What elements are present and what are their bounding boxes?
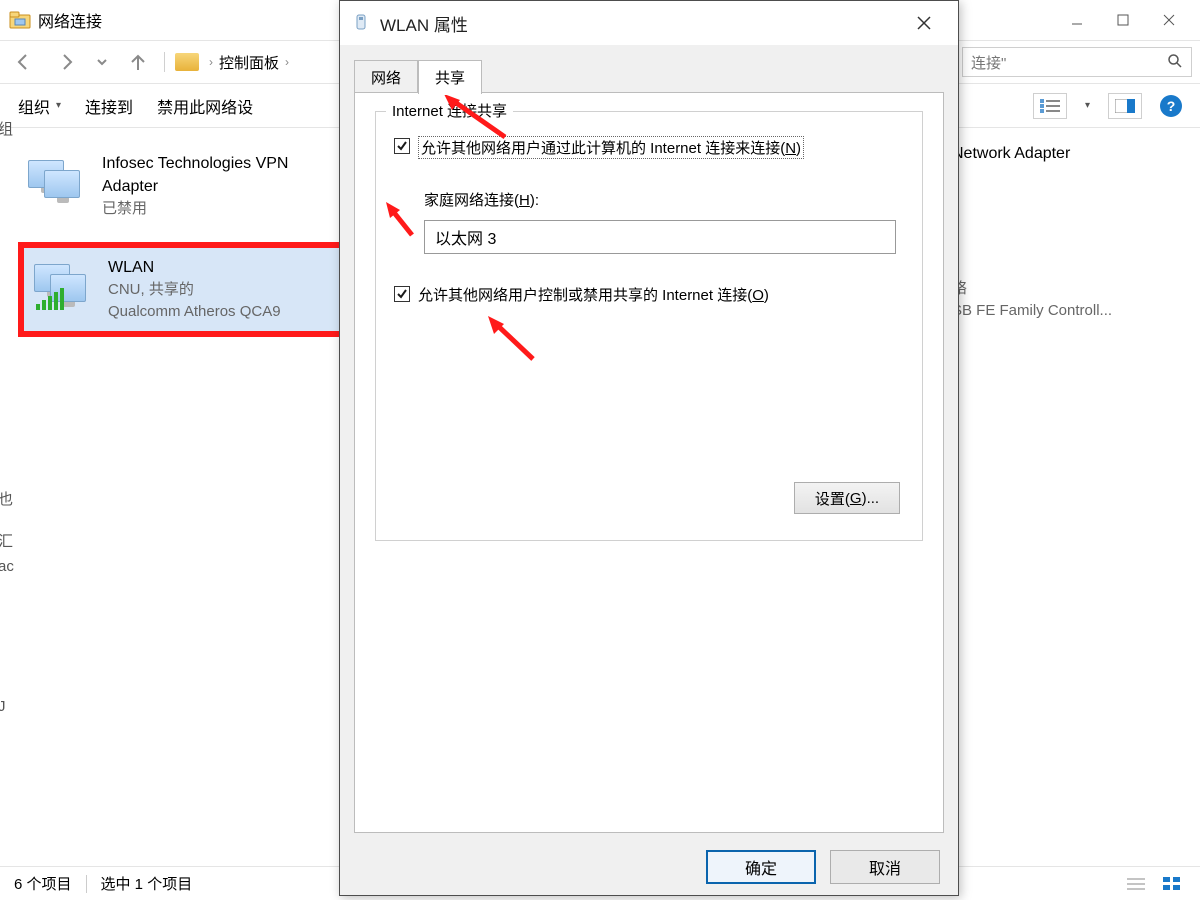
chevron-right-icon: › xyxy=(209,55,213,69)
allow-others-label: 允许其他网络用户通过此计算机的 Internet 连接来连接(N) xyxy=(418,136,804,159)
groupbox-legend: Internet 连接共享 xyxy=(386,100,513,121)
selection-count: 选中 1 个项目 xyxy=(101,873,193,894)
search-placeholder: 连接" xyxy=(971,52,1006,73)
wlan-properties-dialog: WLAN 属性 网络 共享 Internet 连接共享 允许其他网络用户通过此计… xyxy=(339,0,959,896)
home-connection-label: 家庭网络连接(H): xyxy=(424,189,904,210)
allow-control-label: 允许其他网络用户控制或禁用共享的 Internet 连接(O) xyxy=(418,284,769,305)
connection-item-vpn[interactable]: Infosec Technologies VPN Adapter 已禁用 xyxy=(18,144,358,228)
tiles-view-button[interactable] xyxy=(1158,873,1186,895)
list-view-icon xyxy=(1040,99,1060,113)
network-folder-icon xyxy=(8,11,32,29)
chevron-right-icon: › xyxy=(285,55,289,69)
connection-item-right2[interactable]: 络 SB FE Family Controll... xyxy=(952,278,1182,322)
dialog-title: WLAN 属性 xyxy=(380,11,468,36)
tab-page-share: Internet 连接共享 允许其他网络用户通过此计算机的 Internet 连… xyxy=(354,93,944,833)
minimize-button[interactable] xyxy=(1054,4,1100,36)
window-controls xyxy=(1054,4,1192,36)
chevron-down-icon: ▾ xyxy=(56,100,61,111)
connection-line2: 络 xyxy=(952,278,1182,300)
connection-name: WLAN xyxy=(108,256,281,279)
breadcrumb-icon xyxy=(175,53,199,71)
cancel-button[interactable]: 取消 xyxy=(830,850,940,884)
details-view-button[interactable] xyxy=(1122,873,1150,895)
preview-pane-button[interactable] xyxy=(1108,93,1142,119)
edge-fragment: 汇 xyxy=(0,530,13,551)
maximize-button[interactable] xyxy=(1100,4,1146,36)
tab-network[interactable]: 网络 xyxy=(354,60,418,94)
tab-strip: 网络 共享 xyxy=(354,59,944,93)
organize-menu[interactable]: 组织▾ xyxy=(18,94,61,118)
dialog-titlebar: WLAN 属性 xyxy=(340,1,958,45)
dialog-button-row: 确定 取消 xyxy=(340,839,958,895)
forward-button[interactable] xyxy=(50,46,82,78)
dialog-body: 网络 共享 Internet 连接共享 允许其他网络用户通过此计算机的 Inte… xyxy=(340,45,958,839)
adapter-small-icon xyxy=(352,12,370,34)
home-connection-combo[interactable]: 以太网 3 xyxy=(424,220,896,254)
disable-device-button[interactable]: 禁用此网络设 xyxy=(157,94,253,118)
up-button[interactable] xyxy=(122,46,154,78)
back-button[interactable] xyxy=(8,46,40,78)
ok-button[interactable]: 确定 xyxy=(706,850,816,884)
breadcrumb-root[interactable]: 控制面板 xyxy=(219,52,279,73)
wifi-adapter-icon xyxy=(34,256,94,308)
preview-pane-icon xyxy=(1115,99,1135,113)
dialog-close-button[interactable] xyxy=(902,1,946,45)
separator xyxy=(164,52,165,72)
connection-name: Network Adapter xyxy=(952,142,1182,165)
connection-line2: CNU, 共享的 xyxy=(108,279,281,301)
item-count: 6 个项目 xyxy=(14,873,72,894)
tab-share[interactable]: 共享 xyxy=(418,60,482,94)
connect-to-button[interactable]: 连接到 xyxy=(85,94,133,118)
allow-control-checkbox[interactable] xyxy=(394,286,410,302)
connection-device: Qualcomm Atheros QCA9 xyxy=(108,301,281,323)
view-layout-button[interactable] xyxy=(1033,93,1067,119)
breadcrumb[interactable]: › 控制面板 › xyxy=(175,52,289,73)
ics-groupbox: Internet 连接共享 允许其他网络用户通过此计算机的 Internet 连… xyxy=(375,111,923,541)
chevron-down-icon[interactable]: ▾ xyxy=(1085,100,1090,111)
allow-others-checkbox[interactable] xyxy=(394,138,410,154)
edge-fragment: J xyxy=(0,698,6,715)
search-icon[interactable] xyxy=(1167,53,1183,72)
edge-fragment: ac xyxy=(0,558,14,575)
adapter-icon xyxy=(28,152,88,204)
close-button[interactable] xyxy=(1146,4,1192,36)
connection-item-wlan[interactable]: WLAN CNU, 共享的 Qualcomm Atheros QCA9 xyxy=(18,242,358,337)
edge-fragment: 组 xyxy=(0,118,13,139)
connection-item-right1[interactable]: Network Adapter xyxy=(952,142,1182,165)
recent-dropdown[interactable] xyxy=(92,46,112,78)
connection-name: Infosec Technologies VPN xyxy=(102,152,288,175)
separator xyxy=(86,875,87,893)
search-input[interactable]: 连接" xyxy=(962,47,1192,77)
window-title: 网络连接 xyxy=(38,8,102,32)
help-button[interactable]: ? xyxy=(1160,95,1182,117)
connection-line2: Adapter xyxy=(102,175,288,198)
edge-fragment: 也 xyxy=(0,488,13,509)
connection-device: SB FE Family Controll... xyxy=(952,300,1182,322)
settings-button[interactable]: 设置(G)... xyxy=(794,482,900,514)
connection-status: 已禁用 xyxy=(102,198,288,220)
